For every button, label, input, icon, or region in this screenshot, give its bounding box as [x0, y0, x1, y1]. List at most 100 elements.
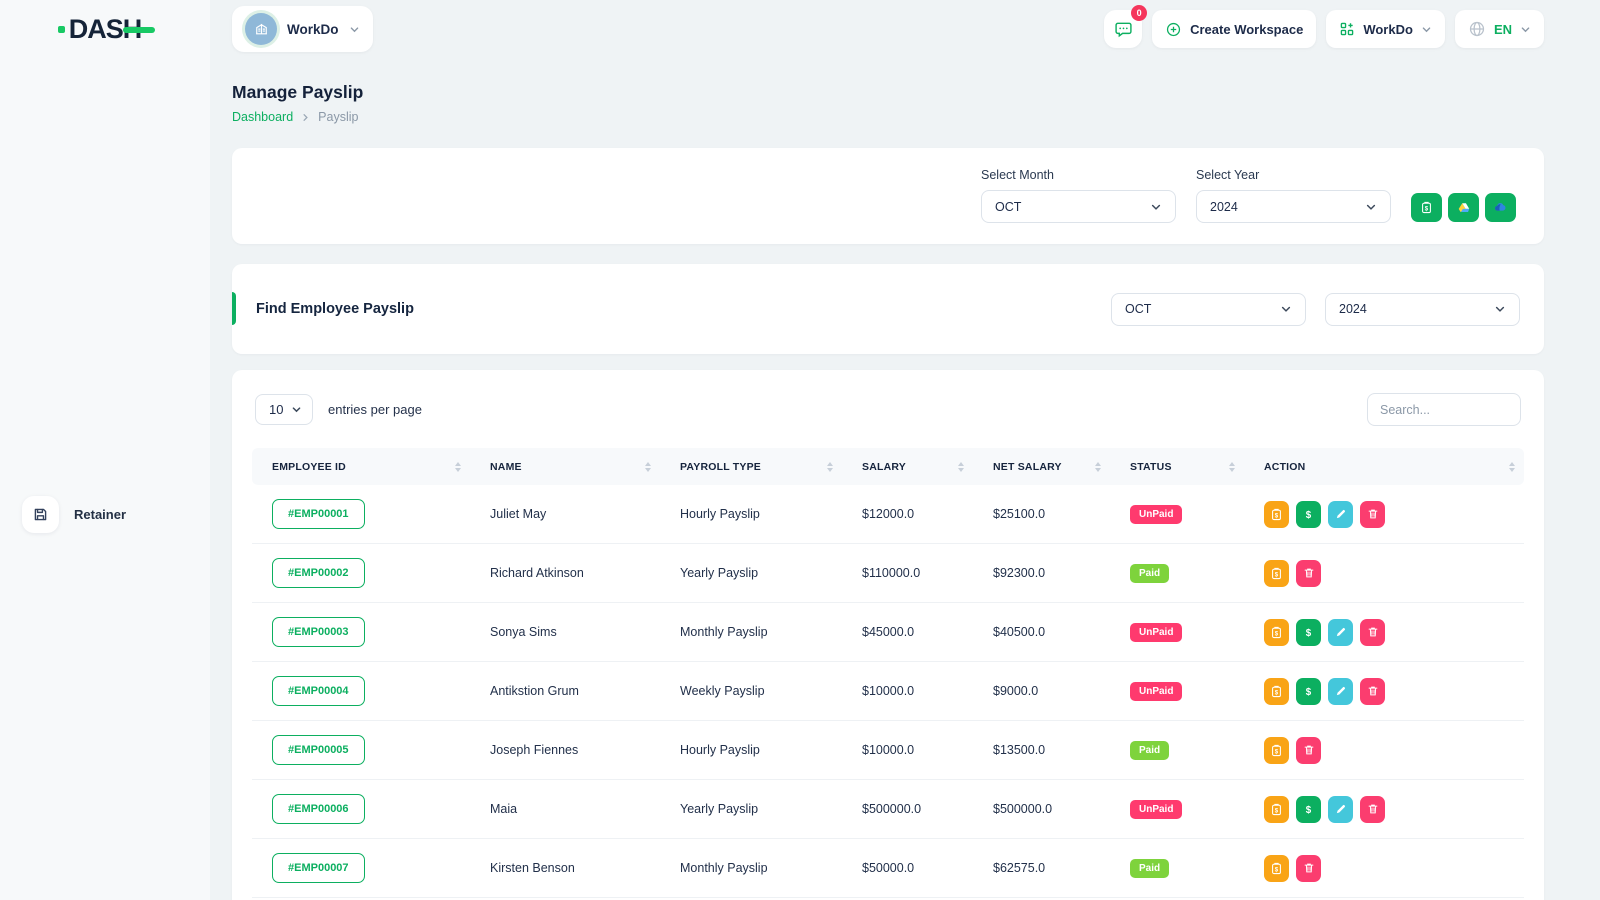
edit-action-button[interactable] [1328, 677, 1353, 705]
column-header-employee-id[interactable]: EMPLOYEE ID [252, 448, 470, 485]
pay-action-button[interactable]: $ [1296, 795, 1321, 823]
google-drive-icon [1458, 202, 1469, 212]
payslip-action-button[interactable]: $ [1264, 559, 1289, 587]
trash-icon [1303, 862, 1315, 874]
brand-logo-text: DASH [57, 13, 155, 44]
sort-icon[interactable] [455, 461, 461, 472]
employee-id-button[interactable]: #EMP00002 [272, 558, 365, 588]
payslip-icon: $ [1270, 803, 1283, 816]
delete-action-button[interactable] [1296, 559, 1321, 587]
topbar: WorkDo 0 Create Workspace WorkDo EN [232, 0, 1544, 58]
employee-id-button[interactable]: #EMP00006 [272, 794, 365, 824]
payslip-action-button[interactable]: $ [1264, 677, 1289, 705]
delete-action-button[interactable] [1296, 854, 1321, 882]
month-select-value: OCT [995, 199, 1022, 214]
employee-id-button[interactable]: #EMP00004 [272, 676, 365, 706]
brand-logo[interactable]: DASH [0, 0, 210, 58]
employee-name: Juliet May [470, 485, 660, 544]
trash-icon [1367, 803, 1379, 815]
svg-text:$: $ [1275, 689, 1279, 696]
one-drive-icon [1495, 203, 1506, 211]
table-row: #EMP00005 Joseph Fiennes Hourly Payslip $10… [252, 720, 1524, 780]
delete-action-button[interactable] [1296, 736, 1321, 764]
delete-action-button[interactable] [1360, 500, 1385, 528]
chevron-right-icon [301, 113, 310, 122]
action-buttons: $ $ [1264, 618, 1524, 646]
trash-icon [1367, 626, 1379, 638]
payslip-icon: $ [1270, 744, 1283, 757]
building-icon [255, 23, 267, 34]
year-select[interactable]: 2024 [1196, 190, 1391, 223]
pay-action-button[interactable]: $ [1296, 618, 1321, 646]
delete-action-button[interactable] [1360, 677, 1385, 705]
sort-icon[interactable] [958, 461, 964, 472]
one-drive-button[interactable] [1485, 193, 1516, 222]
sort-icon[interactable] [1229, 461, 1235, 472]
pay-action-button[interactable]: $ [1296, 677, 1321, 705]
column-header-status[interactable]: STATUS [1110, 448, 1244, 485]
payslip-action-button[interactable]: $ [1264, 500, 1289, 528]
payslip-action-button[interactable]: $ [1264, 854, 1289, 882]
entries-per-page-select[interactable]: 10 [255, 394, 313, 425]
net-salary-value: $13500.0 [973, 720, 1110, 780]
action-buttons: $ [1264, 559, 1524, 587]
find-month-select[interactable]: OCT [1111, 292, 1306, 326]
payslip-icon: $ [1270, 508, 1283, 521]
page-title: Manage Payslip [232, 82, 364, 102]
employee-id-button[interactable]: #EMP00005 [272, 735, 365, 765]
column-header-action[interactable]: ACTION [1244, 448, 1524, 485]
payslip-icon: $ [1422, 201, 1431, 214]
employee-name: Maia [470, 779, 660, 839]
edit-action-button[interactable] [1328, 618, 1353, 646]
edit-action-button[interactable] [1328, 795, 1353, 823]
workspace-avatar [245, 13, 277, 45]
action-buttons: $ $ [1264, 500, 1524, 528]
employee-name: Joseph Fiennes [470, 720, 660, 780]
sort-icon[interactable] [827, 461, 833, 472]
language-button[interactable]: EN [1454, 10, 1544, 48]
delete-action-button[interactable] [1360, 618, 1385, 646]
action-buttons: $ [1264, 736, 1524, 764]
find-year-select[interactable]: 2024 [1325, 292, 1520, 326]
pay-action-button[interactable]: $ [1296, 500, 1321, 528]
grid-plus-icon [1339, 21, 1355, 37]
notification-badge: 0 [1131, 5, 1148, 21]
payslip-action-button[interactable]: $ [1264, 795, 1289, 823]
column-header-payroll-type[interactable]: PAYROLL TYPE [660, 448, 842, 485]
sort-icon[interactable] [645, 461, 651, 472]
status-badge: UnPaid [1130, 504, 1183, 524]
payslip-table-card: 10 entries per page EMPLOYEE ID NAME PAYRO… [232, 370, 1544, 900]
generate-payslip-button[interactable]: $ [1411, 193, 1442, 222]
main-area: WorkDo 0 Create Workspace WorkDo EN Mana… [210, 0, 1600, 900]
svg-text:$: $ [1306, 804, 1312, 815]
employee-id-button[interactable]: #EMP00003 [272, 617, 365, 647]
payslip-icon: $ [1270, 626, 1283, 639]
column-header-salary[interactable]: SALARY [842, 448, 973, 485]
messages-button[interactable]: 0 [1104, 5, 1148, 48]
payslip-action-button[interactable]: $ [1264, 736, 1289, 764]
column-header-name[interactable]: NAME [470, 448, 660, 485]
column-header-net-salary[interactable]: NET SALARY [973, 448, 1110, 485]
sort-icon[interactable] [1509, 461, 1515, 472]
month-select[interactable]: OCT [981, 190, 1176, 223]
find-employee-payslip-card: Find Employee Payslip OCT 2024 [232, 264, 1544, 354]
edit-action-button[interactable] [1328, 500, 1353, 528]
create-workspace-button[interactable]: Create Workspace [1152, 10, 1317, 48]
payslip-action-button[interactable]: $ [1264, 618, 1289, 646]
globe-icon [1468, 20, 1486, 38]
create-workspace-label: Create Workspace [1190, 21, 1304, 37]
app-menu-button[interactable]: WorkDo [1326, 10, 1445, 48]
employee-id-button[interactable]: #EMP00007 [272, 853, 365, 883]
employee-id-button[interactable]: #EMP00001 [272, 499, 365, 529]
delete-action-button[interactable] [1360, 795, 1385, 823]
chevron-down-icon [291, 404, 302, 415]
svg-text:$: $ [1306, 509, 1312, 520]
search-input[interactable] [1367, 393, 1521, 426]
breadcrumb-dashboard-link[interactable]: Dashboard [232, 110, 293, 124]
payslip-table: EMPLOYEE ID NAME PAYROLL TYPE SALARY NET SAL… [252, 448, 1524, 898]
sidebar-menu: RetainerInvoicePurchasesProjectsAccounti… [0, 58, 210, 900]
workspace-switcher[interactable]: WorkDo [232, 6, 373, 52]
sort-icon[interactable] [1095, 461, 1101, 472]
google-drive-button[interactable] [1448, 193, 1479, 222]
sidebar-item-retainer[interactable]: Retainer [0, 64, 210, 900]
